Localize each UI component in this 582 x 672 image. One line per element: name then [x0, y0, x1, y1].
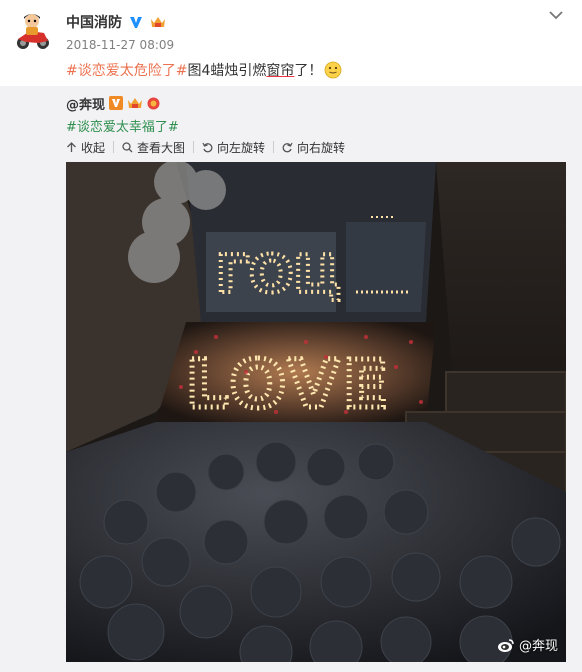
weibo-logo-icon — [497, 638, 514, 652]
toolbar-divider — [273, 141, 275, 153]
post-hashtag[interactable]: #谈恋爱太危险了# — [66, 60, 187, 80]
love-letters: LOVE — [186, 346, 392, 423]
repost-author-row: @奔现 — [66, 94, 160, 113]
view-large-label: 查看大图 — [137, 140, 186, 155]
author-row: 中国消防 — [66, 12, 166, 32]
post-text-underlined: 窗帘 — [266, 63, 295, 79]
collapse-label: 收起 — [81, 140, 106, 155]
post-text-after: 了！ — [294, 63, 323, 79]
chevron-down-icon[interactable] — [548, 8, 564, 22]
rotate-right-label: 向右旋转 — [297, 140, 346, 155]
avatar[interactable] — [10, 9, 54, 53]
love-candles-photo: LOVE ГОЦ — [66, 162, 566, 662]
smile-emoji-icon — [324, 61, 342, 79]
verified-orange-icon — [109, 96, 124, 110]
watermark-text: @奔现 — [518, 639, 558, 654]
image-toolbar: 收起 查看大图 向左旋转 向右旋转 — [66, 138, 345, 156]
toolbar-divider — [193, 141, 195, 153]
repost-hashtag[interactable]: #谈恋爱太幸福了# — [66, 116, 179, 135]
view-large-button[interactable]: 查看大图 — [122, 139, 185, 156]
post-text: #谈恋爱太危险了# 图4蜡烛引燃 窗帘 了！ — [66, 60, 342, 80]
rotate-left-icon — [202, 142, 213, 152]
toolbar-divider — [113, 141, 115, 153]
rotate-right-button[interactable]: 向右旋转 — [282, 139, 345, 156]
rotate-left-button[interactable]: 向左旋转 — [202, 139, 265, 156]
image-watermark: @奔现 — [497, 635, 558, 654]
medal-icon[interactable] — [147, 97, 160, 110]
repost-box: @奔现 #谈恋爱太幸福了# 收起 查看大图 向左旋转 向右旋转 LOVE ГОЦ… — [0, 86, 582, 672]
collapse-icon — [67, 141, 76, 152]
view-large-icon — [122, 141, 133, 152]
window-reflection: ГОЦ — [216, 245, 342, 305]
vip-crown-icon[interactable] — [127, 96, 143, 110]
author-name[interactable]: 中国消防 — [66, 12, 122, 32]
repost-photo[interactable]: LOVE ГОЦ @奔现 — [66, 162, 566, 662]
avatar-icon — [10, 9, 54, 53]
rotate-right-icon — [282, 142, 293, 152]
repost-author[interactable]: @奔现 — [66, 94, 105, 113]
weibo-post: 中国消防 2018-11-27 08:09 #谈恋爱太危险了# 图4蜡烛引燃 窗… — [0, 0, 582, 672]
vip-icon[interactable] — [150, 15, 166, 29]
collapse-button[interactable]: 收起 — [66, 139, 105, 156]
post-timestamp[interactable]: 2018-11-27 08:09 — [66, 38, 174, 52]
rotate-left-label: 向左旋转 — [217, 140, 266, 155]
post-text-before: 图4蜡烛引燃 — [187, 63, 267, 79]
verified-icon — [130, 17, 142, 28]
